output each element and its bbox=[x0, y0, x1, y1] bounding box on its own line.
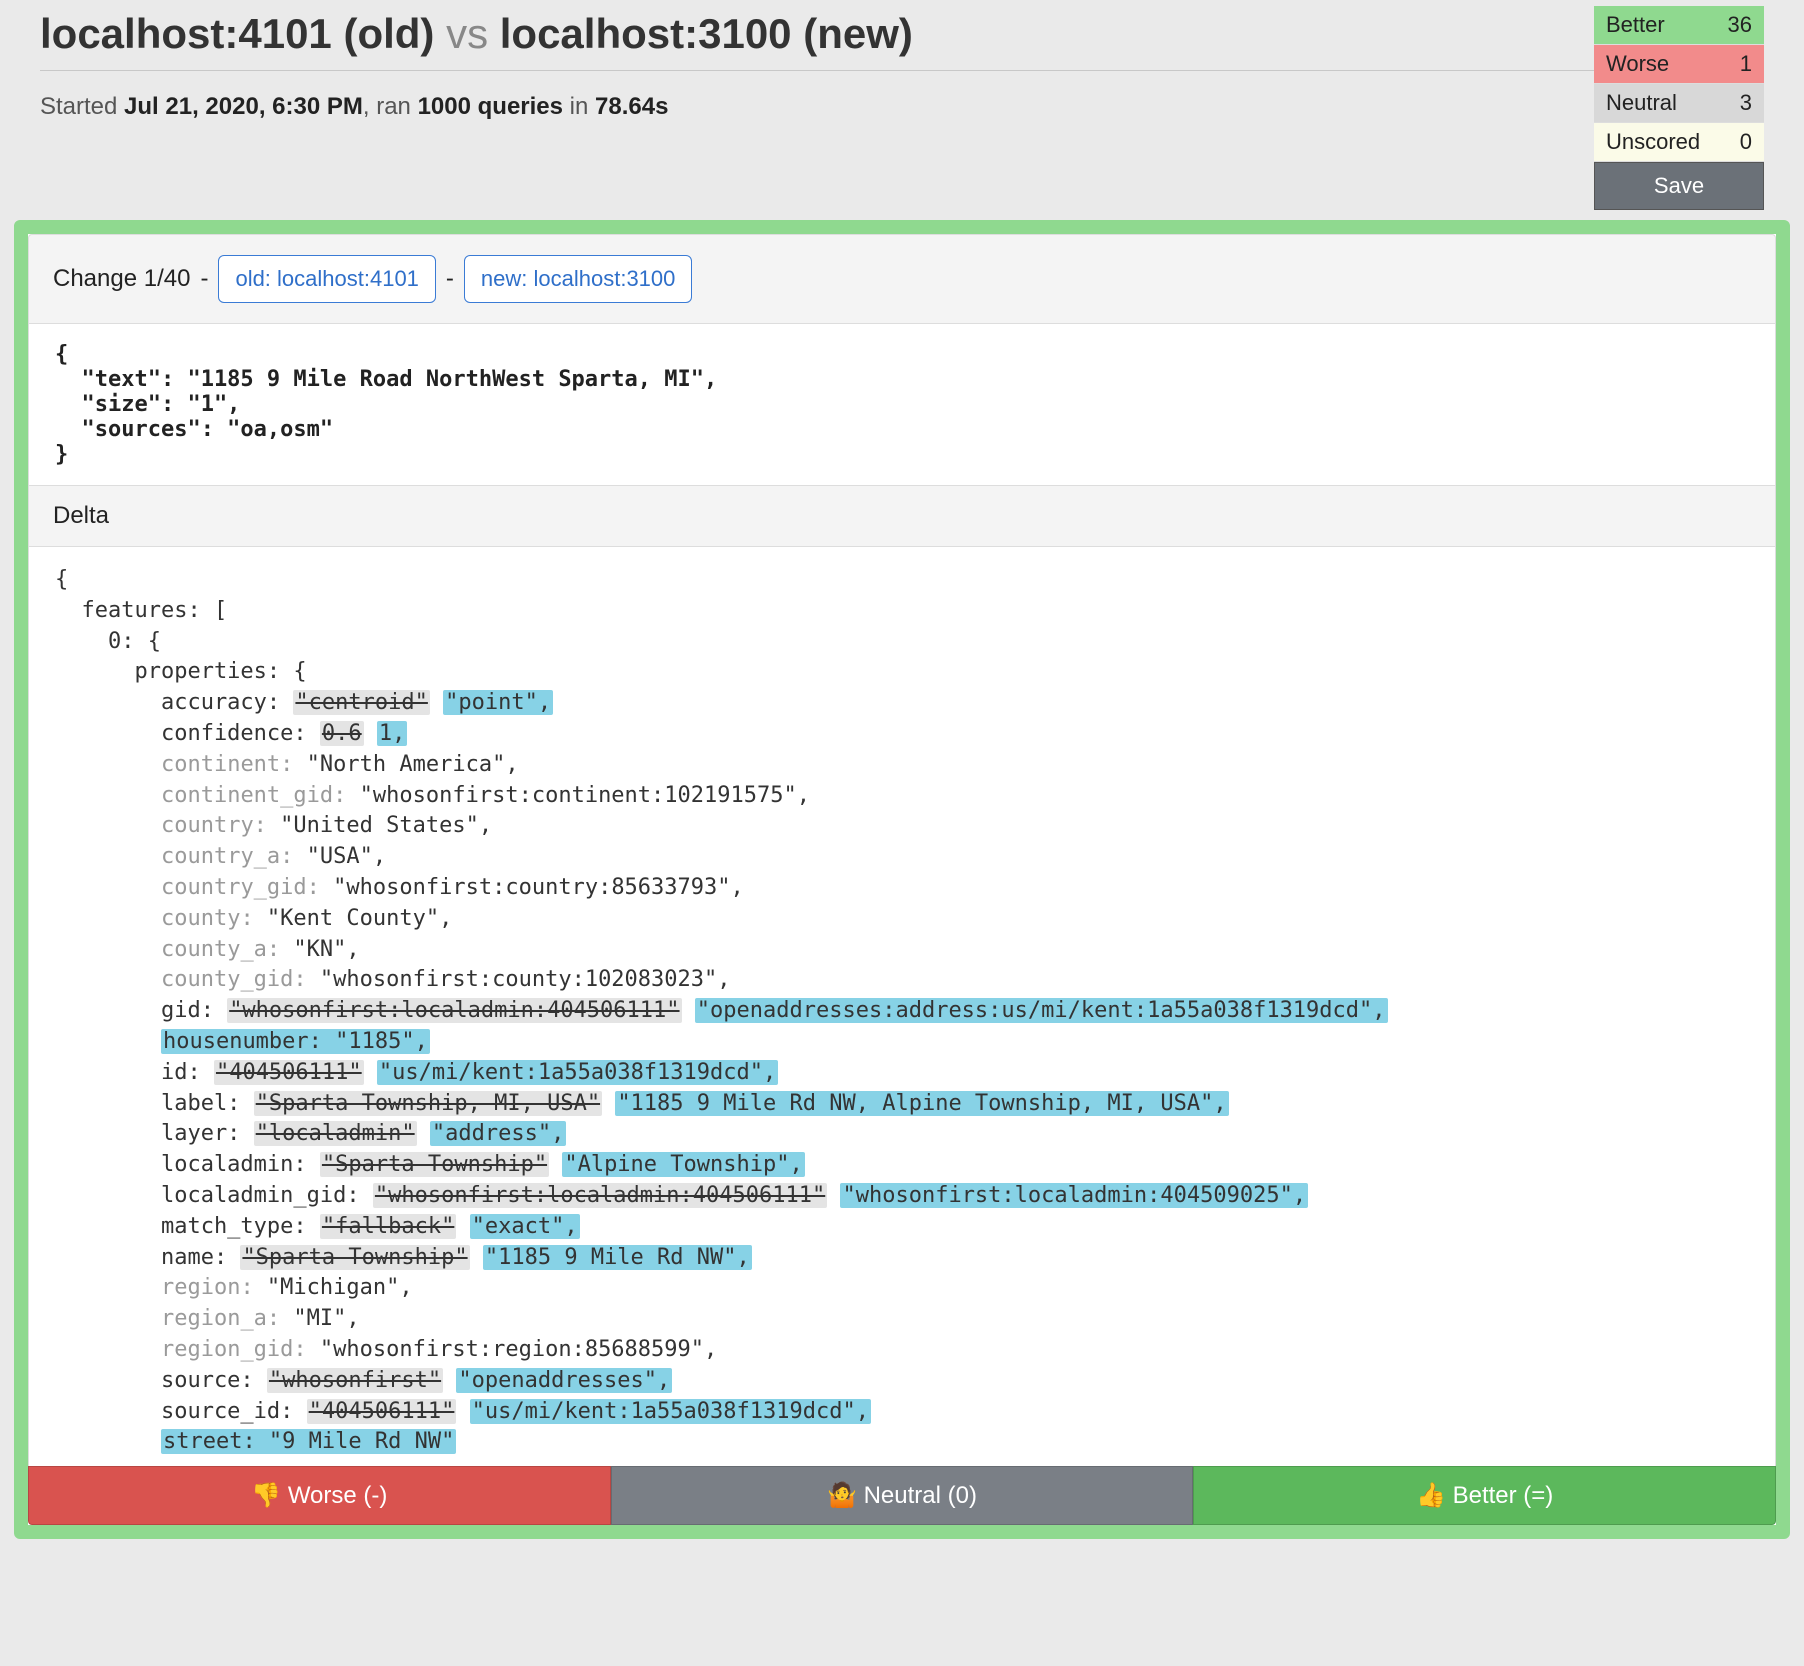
page-title: localhost:4101 (old) vs localhost:3100 (… bbox=[40, 10, 1594, 58]
delta-line: region: "Michigan", bbox=[55, 1273, 1749, 1304]
delta-line: county_gid: "whosonfirst:county:10208302… bbox=[55, 965, 1749, 996]
query-json: { "text": "1185 9 Mile Road NorthWest Sp… bbox=[28, 324, 1776, 486]
in-label: in bbox=[563, 93, 595, 120]
new-link-button[interactable]: new: localhost:3100 bbox=[464, 255, 692, 303]
score-unscored-count: 0 bbox=[1740, 129, 1752, 155]
vote-better-button[interactable]: 👍 Better (=) bbox=[1193, 1466, 1776, 1525]
delta-line: id: "404506111" "us/mi/kent:1a55a038f131… bbox=[55, 1058, 1749, 1089]
save-button[interactable]: Save bbox=[1594, 162, 1764, 210]
old-endpoint: localhost:4101 (old) bbox=[40, 10, 434, 57]
delta-line: continent_gid: "whosonfirst:continent:10… bbox=[55, 781, 1749, 812]
delta-line: 0: { bbox=[55, 627, 1749, 658]
delta-line: housenumber: "1185", bbox=[55, 1027, 1749, 1058]
query-count: 1000 queries bbox=[418, 93, 563, 120]
score-neutral-row[interactable]: Neutral 3 bbox=[1594, 84, 1764, 123]
score-table: Better 36 Worse 1 Neutral 3 Unscored 0 S… bbox=[1594, 6, 1764, 210]
delta-line: accuracy: "centroid" "point", bbox=[55, 688, 1749, 719]
delta-line: street: "9 Mile Rd NW" bbox=[55, 1427, 1749, 1458]
score-unscored-label: Unscored bbox=[1606, 129, 1700, 155]
score-worse-count: 1 bbox=[1740, 51, 1752, 77]
delta-line: confidence: 0.6 1, bbox=[55, 719, 1749, 750]
change-counter: Change 1/40 bbox=[53, 265, 190, 293]
score-unscored-row[interactable]: Unscored 0 bbox=[1594, 123, 1764, 162]
delta-body: { features: [ 0: { properties: { accurac… bbox=[28, 547, 1776, 1466]
new-endpoint: localhost:3100 (new) bbox=[500, 10, 913, 57]
vs-label: vs bbox=[446, 10, 488, 57]
score-better-count: 36 bbox=[1728, 12, 1752, 38]
change-card: Change 1/40 - old: localhost:4101 - new:… bbox=[14, 220, 1790, 1539]
delta-line: continent: "North America", bbox=[55, 750, 1749, 781]
delta-line: gid: "whosonfirst:localadmin:404506111" … bbox=[55, 996, 1749, 1027]
delta-line: localadmin_gid: "whosonfirst:localadmin:… bbox=[55, 1181, 1749, 1212]
delta-line: region_gid: "whosonfirst:region:85688599… bbox=[55, 1335, 1749, 1366]
vote-bar: 👎 Worse (-) 🤷 Neutral (0) 👍 Better (=) bbox=[28, 1466, 1776, 1525]
delta-line: country_gid: "whosonfirst:country:856337… bbox=[55, 873, 1749, 904]
ran-mid: , ran bbox=[363, 93, 418, 120]
started-prefix: Started bbox=[40, 93, 124, 120]
duration: 78.64s bbox=[595, 93, 668, 120]
score-neutral-count: 3 bbox=[1740, 90, 1752, 116]
change-bar: Change 1/40 - old: localhost:4101 - new:… bbox=[28, 234, 1776, 324]
score-worse-label: Worse bbox=[1606, 51, 1669, 77]
divider bbox=[40, 70, 1594, 71]
delta-line: properties: { bbox=[55, 657, 1749, 688]
delta-line: county: "Kent County", bbox=[55, 904, 1749, 935]
delta-line: country_a: "USA", bbox=[55, 842, 1749, 873]
dash: - bbox=[200, 265, 208, 293]
delta-line: name: "Sparta Township" "1185 9 Mile Rd … bbox=[55, 1243, 1749, 1274]
score-better-row[interactable]: Better 36 bbox=[1594, 6, 1764, 45]
delta-line: country: "United States", bbox=[55, 811, 1749, 842]
delta-line: label: "Sparta Township, MI, USA" "1185 … bbox=[55, 1089, 1749, 1120]
vote-worse-button[interactable]: 👎 Worse (-) bbox=[28, 1466, 611, 1525]
delta-line: county_a: "KN", bbox=[55, 935, 1749, 966]
delta-line: source_id: "404506111" "us/mi/kent:1a55a… bbox=[55, 1397, 1749, 1428]
score-better-label: Better bbox=[1606, 12, 1665, 38]
dash: - bbox=[446, 265, 454, 293]
old-link-button[interactable]: old: localhost:4101 bbox=[218, 255, 435, 303]
delta-line: layer: "localadmin" "address", bbox=[55, 1119, 1749, 1150]
delta-header: Delta bbox=[28, 486, 1776, 547]
delta-line: region_a: "MI", bbox=[55, 1304, 1749, 1335]
delta-line: { bbox=[55, 565, 1749, 596]
vote-neutral-button[interactable]: 🤷 Neutral (0) bbox=[611, 1466, 1194, 1525]
score-worse-row[interactable]: Worse 1 bbox=[1594, 45, 1764, 84]
delta-line: match_type: "fallback" "exact", bbox=[55, 1212, 1749, 1243]
run-summary: Started Jul 21, 2020, 6:30 PM, ran 1000 … bbox=[40, 93, 1594, 121]
started-at: Jul 21, 2020, 6:30 PM bbox=[124, 93, 363, 120]
delta-line: localadmin: "Sparta Township" "Alpine To… bbox=[55, 1150, 1749, 1181]
delta-line: source: "whosonfirst" "openaddresses", bbox=[55, 1366, 1749, 1397]
delta-line: features: [ bbox=[55, 596, 1749, 627]
score-neutral-label: Neutral bbox=[1606, 90, 1677, 116]
